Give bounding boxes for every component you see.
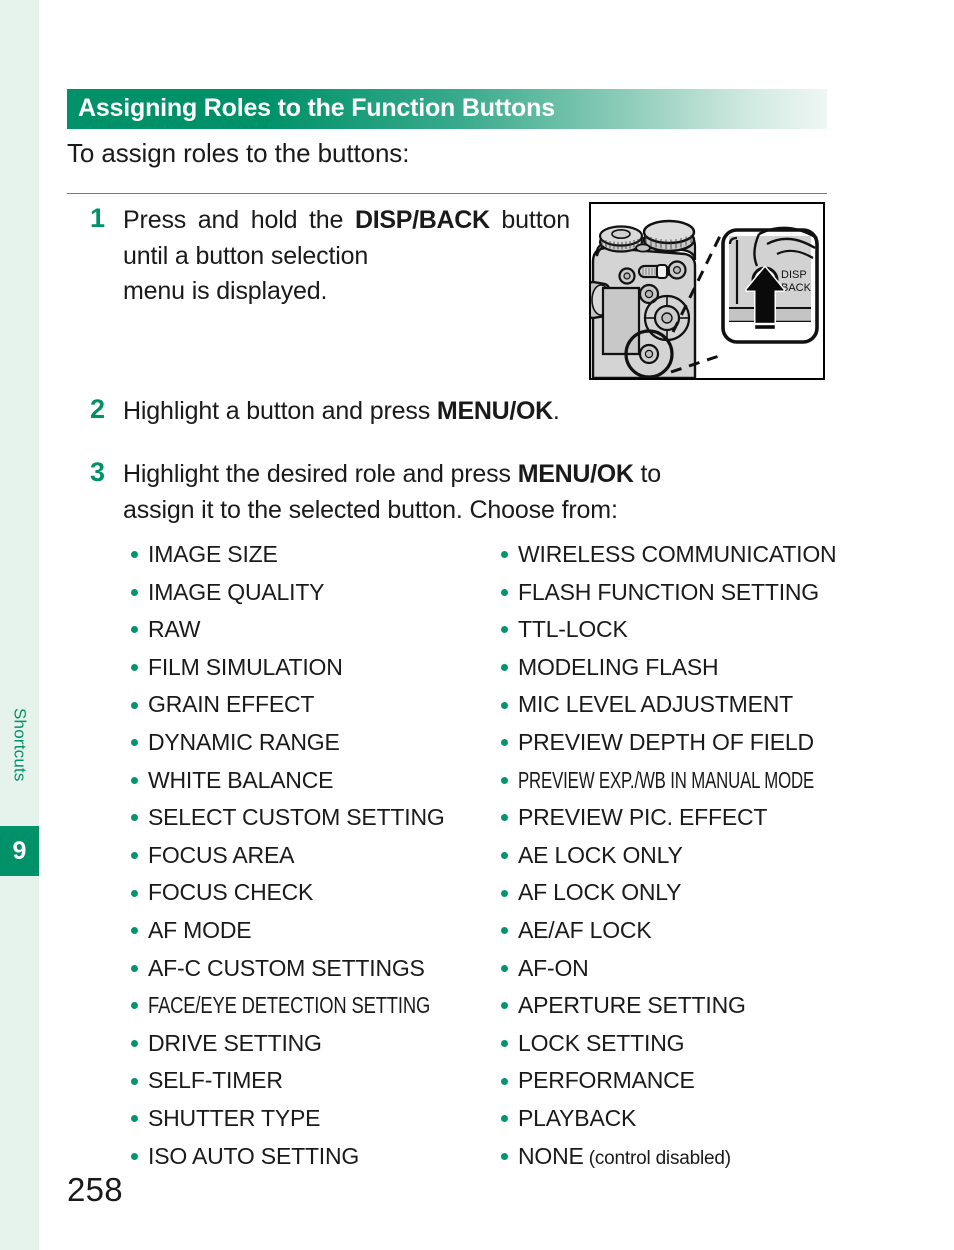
list-item: PERFORMANCE bbox=[498, 1062, 924, 1100]
list-item: AE LOCK ONLY bbox=[498, 837, 924, 875]
list-item: FOCUS CHECK bbox=[128, 874, 501, 912]
section-header-bar: Assigning Roles to the Function Buttons bbox=[67, 89, 827, 129]
step-3-text-lastline: assign it to the selected button. Choose… bbox=[123, 495, 618, 524]
list-item: FLASH FUNCTION SETTING bbox=[498, 574, 924, 612]
step-2-text: Highlight a button and press MENU/OK. bbox=[123, 394, 823, 430]
top-button bbox=[635, 243, 651, 253]
list-item: WIRELESS COMMUNICATION bbox=[498, 536, 924, 574]
joystick-center bbox=[644, 289, 654, 299]
list-item: PREVIEW DEPTH OF FIELD bbox=[498, 724, 924, 762]
list-item: AF MODE bbox=[128, 912, 501, 950]
list-item: LOCK SETTING bbox=[498, 1025, 924, 1063]
step-2-number: 2 bbox=[90, 394, 106, 424]
dial-center bbox=[611, 228, 631, 239]
list-item: DRIVE SETTING bbox=[128, 1025, 501, 1063]
horizontal-rule bbox=[67, 193, 827, 194]
magnified-callout: DISP BACK bbox=[721, 226, 819, 344]
list-item: IMAGE SIZE bbox=[128, 536, 501, 574]
step-1-number: 1 bbox=[90, 203, 106, 233]
list-item: AF-C CUSTOM SETTINGS bbox=[128, 950, 501, 988]
list-item: IMAGE QUALITY bbox=[128, 574, 501, 612]
command-pad-center bbox=[661, 312, 673, 324]
page-content: Assigning Roles to the Function Buttons … bbox=[0, 0, 954, 1250]
list-item: APERTURE SETTING bbox=[498, 987, 924, 1025]
list-item: RAW bbox=[128, 611, 501, 649]
step-2-text-part2: . bbox=[552, 397, 560, 425]
step-3-text-part1: Highlight the desired role and press bbox=[123, 460, 518, 488]
step-1-text: Press and hold the DISP/BACK button unti… bbox=[123, 203, 570, 310]
list-item: AE/AF LOCK bbox=[498, 912, 924, 950]
step-3-text: Highlight the desired role and press MEN… bbox=[123, 457, 828, 528]
role-list-right: WIRELESS COMMUNICATION FLASH FUNCTION SE… bbox=[498, 536, 924, 1175]
step-3-text-part2: to bbox=[633, 460, 662, 488]
press-arrow-base bbox=[752, 322, 778, 332]
list-item: SHUTTER TYPE bbox=[128, 1100, 501, 1138]
rear-lcd bbox=[601, 286, 641, 356]
step-1-text-lastline: menu is displayed. bbox=[123, 277, 328, 305]
list-item: DYNAMIC RANGE bbox=[128, 724, 501, 762]
callout-label-back: BACK bbox=[781, 282, 812, 294]
list-item: MODELING FLASH bbox=[498, 649, 924, 687]
disp-back-button-inner bbox=[644, 349, 654, 359]
list-item: PLAYBACK bbox=[498, 1100, 924, 1138]
list-item: ISO AUTO SETTING bbox=[128, 1138, 501, 1176]
focus-lever-knob bbox=[656, 264, 668, 279]
rear-button-2-inner bbox=[672, 265, 681, 274]
list-item-none: NONE (control disabled) bbox=[498, 1138, 924, 1176]
list-item: FACE/EYE DETECTION SETTING bbox=[128, 987, 501, 1025]
list-item: SELECT CUSTOM SETTING bbox=[128, 799, 501, 837]
role-list-left: IMAGE SIZE IMAGE QUALITY RAW FILM SIMULA… bbox=[128, 536, 501, 1175]
page-title: Assigning Roles to the Function Buttons bbox=[78, 93, 555, 122]
list-item: AF LOCK ONLY bbox=[498, 874, 924, 912]
step-3-number: 3 bbox=[90, 457, 106, 487]
callout-label-disp: DISP bbox=[781, 269, 807, 281]
step-2-text-part1: Highlight a button and press bbox=[123, 397, 437, 425]
list-item: WHITE BALANCE bbox=[128, 762, 501, 800]
step-1-button-name: DISP/BACK bbox=[354, 206, 490, 234]
camera-diagram-svg: DISP BACK bbox=[591, 219, 819, 378]
rear-button-1-inner bbox=[623, 272, 631, 280]
exposure-comp-dial-top bbox=[642, 219, 696, 245]
step-2-button-name: MENU/OK bbox=[436, 397, 553, 425]
intro-paragraph: To assign roles to the buttons: bbox=[67, 138, 410, 168]
step-1-text-part1: Press and hold the bbox=[123, 206, 355, 234]
page-number: 258 bbox=[67, 1171, 123, 1208]
camera-illustration: DISP BACK bbox=[589, 202, 825, 380]
none-suffix: (control disabled) bbox=[583, 1147, 731, 1169]
list-item: FOCUS AREA bbox=[128, 837, 501, 875]
list-item: PREVIEW EXP./WB IN MANUAL MODE bbox=[498, 762, 924, 800]
step-3-button-name: MENU/OK bbox=[517, 460, 634, 488]
list-item: MIC LEVEL ADJUSTMENT bbox=[498, 686, 924, 724]
list-item: PREVIEW PIC. EFFECT bbox=[498, 799, 924, 837]
list-item: TTL-LOCK bbox=[498, 611, 924, 649]
list-item: SELF-TIMER bbox=[128, 1062, 501, 1100]
list-item: AF-ON bbox=[498, 950, 924, 988]
list-item: GRAIN EFFECT bbox=[128, 686, 501, 724]
list-item: FILM SIMULATION bbox=[128, 649, 501, 687]
